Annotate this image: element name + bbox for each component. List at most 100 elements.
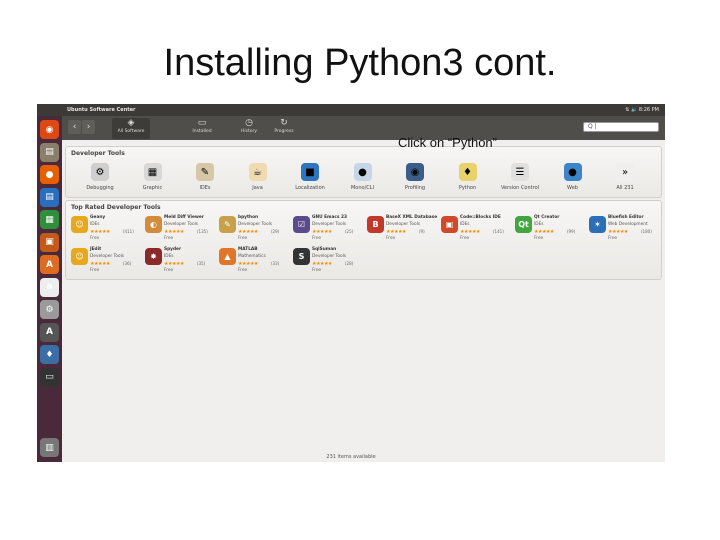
rating-count: (29)	[271, 229, 280, 234]
app-icon: ☑	[293, 216, 310, 233]
category-java[interactable]: ☕ Java	[232, 163, 284, 191]
rating-count: (33)	[271, 261, 280, 266]
app-name: Bluefish Editor	[608, 215, 644, 220]
terminal-icon[interactable]: ▭	[40, 367, 59, 387]
tray-icons[interactable]: ⇅ 🔉	[625, 107, 637, 113]
app-name: MATLAB	[238, 247, 258, 252]
app-icon: ▣	[441, 216, 458, 233]
category-icon: »	[616, 163, 634, 181]
category-debugging[interactable]: ⚙ Debugging	[74, 163, 126, 191]
app-name: Geany	[90, 215, 106, 220]
app-category: Mathematics	[238, 254, 266, 259]
rating-count: (28)	[345, 261, 354, 266]
app-tile[interactable]: ☺ Geany IDEs ★★★★★ (411) Free	[71, 214, 143, 244]
category-icon: ▦	[143, 163, 162, 181]
star-rating: ★★★★★	[386, 229, 406, 235]
tab-label: Progress	[274, 129, 294, 134]
amazon-icon[interactable]: a	[40, 277, 59, 297]
category-label: All 231	[616, 185, 634, 191]
python-icon[interactable]: ♦	[40, 345, 59, 364]
app-category: IDEs	[460, 222, 470, 227]
category-python[interactable]: ♦ Python	[442, 163, 494, 191]
writer-icon[interactable]: ▤	[40, 187, 59, 207]
rating-count: (180)	[641, 229, 652, 234]
tab-label: All Software	[117, 129, 145, 134]
star-rating: ★★★★★	[238, 229, 258, 235]
category-web[interactable]: ● Web	[547, 163, 599, 191]
unity-launcher: ◉ ▤ ● ▤ ▦ ▣ Aa ⚙ A ♦ ▭ ▥	[37, 116, 62, 462]
star-rating: ★★★★★	[608, 229, 628, 235]
category-icon: ⚙	[91, 163, 109, 181]
category-localization[interactable]: ■ Localization	[284, 163, 336, 191]
app-tile[interactable]: ☺ JEdit Developer Tools ★★★★★ (36) Free	[71, 246, 143, 276]
category-ides[interactable]: ✎ IDEs	[179, 163, 231, 191]
files-icon[interactable]: ▤	[40, 142, 59, 162]
app-tile[interactable]: Qt Qt Creator IDEs ★★★★★ (99) Free	[515, 214, 587, 244]
app-category: Developer Tools	[238, 222, 273, 227]
app-price: Free	[90, 236, 100, 241]
slide-title: Installing Python3 cont.	[163, 42, 557, 84]
clock[interactable]: 8:26 PM	[639, 107, 659, 113]
tab-label: History	[240, 129, 257, 134]
app-tile[interactable]: S SqlSuman Developer Tools ★★★★★ (28) Free	[293, 246, 365, 276]
rating-count: (25)	[345, 229, 354, 234]
software-center-icon[interactable]: A	[40, 255, 59, 274]
tab-installed[interactable]: ▭ Installed	[183, 118, 221, 139]
calc-icon[interactable]: ▦	[40, 210, 59, 229]
app-category: Web Development	[608, 222, 648, 227]
category-icon: ■	[301, 163, 319, 181]
app-price: Free	[164, 236, 174, 241]
category-mono-cli[interactable]: ● Mono/CLI	[337, 163, 389, 191]
progress-icon: ↻	[280, 118, 288, 128]
rating-count: (36)	[123, 261, 132, 266]
firefox-icon[interactable]: ●	[40, 165, 59, 184]
app-tile[interactable]: ✶ Bluefish Editor Web Development ★★★★★ (180…	[589, 214, 661, 244]
rating-count: (9)	[419, 229, 425, 234]
tab-history[interactable]: ◷ History	[230, 118, 268, 139]
app-tile[interactable]: ✸ Spyder IDEs ★★★★★ (35) Free	[145, 246, 217, 276]
app-name: Code::Blocks IDE	[460, 215, 501, 220]
category-label: Mono/CLI	[350, 185, 375, 191]
app-price: Free	[608, 236, 618, 241]
app-icon: Qt	[515, 216, 532, 233]
star-rating: ★★★★★	[90, 229, 110, 235]
category-profiling[interactable]: ◉ Profiling	[389, 163, 441, 191]
updater-icon[interactable]: A	[40, 322, 59, 342]
app-icon: ✸	[145, 248, 162, 265]
app-tile[interactable]: B BaseX XML Database Developer Tools ★★★★★ (…	[367, 214, 439, 244]
app-name: SqlSuman	[312, 247, 337, 252]
app-price: Free	[164, 268, 174, 273]
category-icon: ●	[563, 163, 582, 181]
category-label: Localization	[295, 185, 325, 191]
app-tile[interactable]: ✎ bpython Developer Tools ★★★★★ (29) Free	[219, 214, 291, 244]
app-icon: ☺	[71, 248, 88, 265]
forward-button[interactable]: ›	[82, 120, 95, 134]
app-tile[interactable]: ◐ Meld Diff Viewer Developer Tools ★★★★★ (13…	[145, 214, 217, 244]
category-label: Profiling	[404, 185, 426, 191]
app-icon: ◐	[145, 216, 162, 233]
section-heading: Developer Tools	[71, 150, 125, 157]
search-input[interactable]: Q |	[583, 122, 659, 132]
toolbar: ‹ › ◈ All Software ▭ Installed ◷ History…	[62, 116, 665, 140]
app-tile[interactable]: ▣ Code::Blocks IDE IDEs ★★★★★ (141) Free	[441, 214, 513, 244]
settings-icon[interactable]: ⚙	[40, 300, 59, 319]
impress-icon[interactable]: ▣	[40, 232, 59, 252]
back-button[interactable]: ‹	[68, 120, 81, 134]
app-icon: S	[293, 248, 310, 265]
top-rated-panel: Top Rated Developer Tools ☺ Geany IDEs ★★★★…	[65, 200, 662, 280]
category-all-231[interactable]: » All 231	[599, 163, 651, 191]
app-tile[interactable]: ▲ MATLAB Mathematics ★★★★★ (33) Free	[219, 246, 291, 276]
tab-progress[interactable]: ↻ Progress	[265, 118, 303, 139]
category-icon: ☕	[248, 163, 267, 181]
category-graphic[interactable]: ▦ Graphic	[127, 163, 179, 191]
main-content: Developer Tools ⚙ Debugging ▦ Graphic ✎ IDEs ☕…	[62, 140, 665, 462]
app-tile[interactable]: ☑ GNU Emacs 23 Developer Tools ★★★★★ (25) Fre…	[293, 214, 365, 244]
ubuntu-dash-icon[interactable]: ◉	[40, 120, 59, 139]
app-name: bpython	[238, 215, 259, 220]
tab-all-software[interactable]: ◈ All Software	[112, 118, 150, 139]
star-rating: ★★★★★	[164, 261, 184, 267]
star-rating: ★★★★★	[534, 229, 554, 235]
star-rating: ★★★★★	[164, 229, 184, 235]
app-price: Free	[238, 268, 248, 273]
category-version-control[interactable]: ☰ Version Control	[494, 163, 546, 191]
